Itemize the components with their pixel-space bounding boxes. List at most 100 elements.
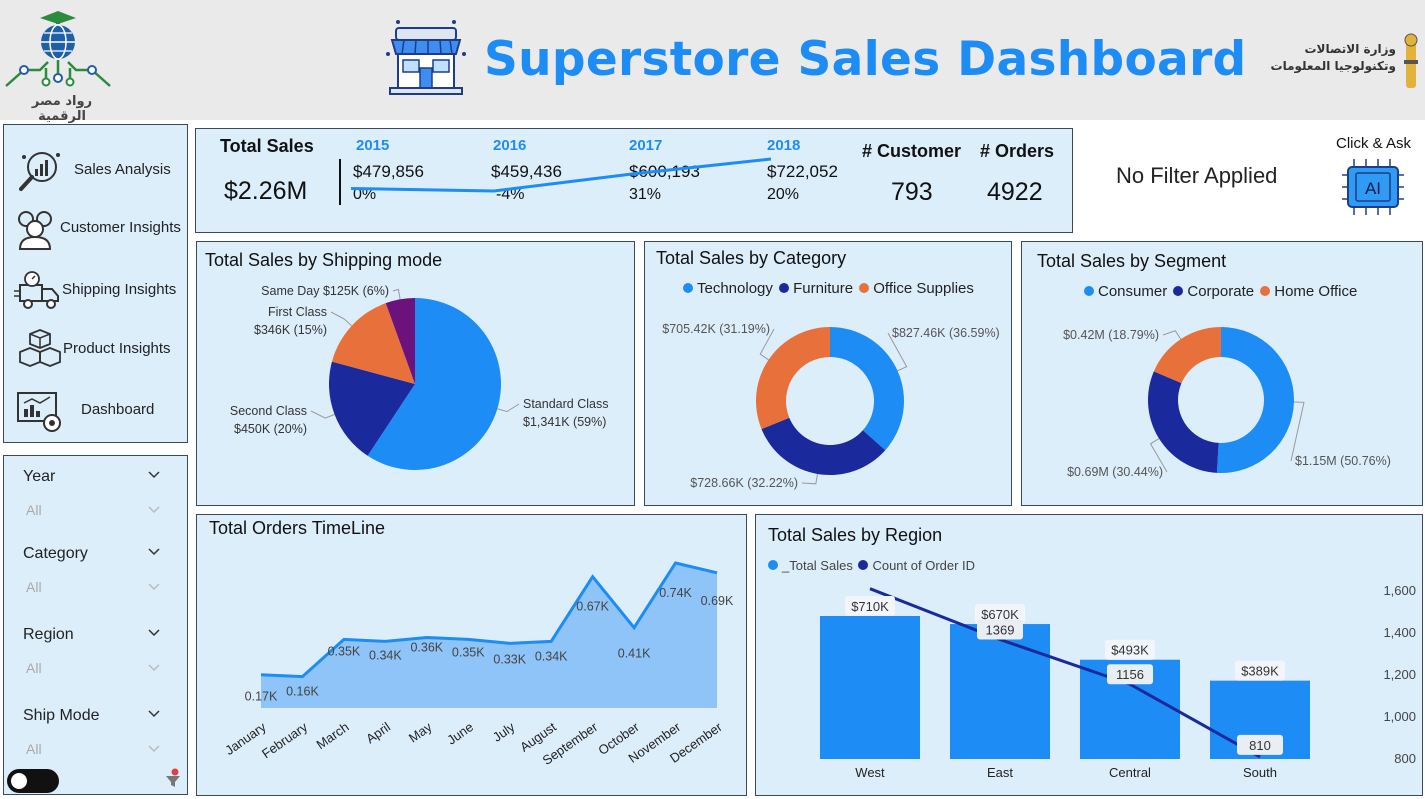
region-x-tick-central: Central bbox=[1109, 765, 1151, 780]
timeline-data-label: 0.36K bbox=[410, 640, 443, 654]
timeline-data-label: 0.35K bbox=[452, 645, 485, 659]
pie-leader-second-class bbox=[310, 410, 335, 419]
region-x-tick-east: East bbox=[987, 765, 1013, 780]
donut-slice-consumer bbox=[1216, 327, 1295, 473]
orders-value: 4922 bbox=[987, 178, 1043, 206]
nav-label-product-insights: Product Insights bbox=[63, 340, 171, 357]
nav-sales-analysis[interactable]: Sales Analysis bbox=[4, 145, 187, 195]
donut-label-office-supplies: $705.42K (31.19%) bbox=[662, 322, 770, 336]
shipping-mode-panel: Total Sales by Shipping mode Standard Cl… bbox=[196, 241, 635, 506]
category-panel: Total Sales by Category Technology Furni… bbox=[644, 241, 1012, 506]
pie-leader-standard-class bbox=[497, 403, 520, 413]
region-sales-label-south: $389K bbox=[1241, 664, 1279, 679]
ai-chip-text: AI bbox=[1365, 179, 1381, 198]
donut-leader-furniture bbox=[801, 473, 819, 485]
filter-region[interactable]: Region All bbox=[4, 626, 187, 696]
timeline-data-label: 0.34K bbox=[369, 648, 402, 662]
pie-label-same-day: Same Day $125K (6%) bbox=[261, 284, 389, 298]
chevron-down-icon[interactable] bbox=[147, 742, 161, 756]
pie-value-standard-class: $1,341K (59%) bbox=[523, 415, 606, 429]
pie-value-second-class: $450K (20%) bbox=[234, 422, 307, 436]
chevron-down-icon[interactable] bbox=[147, 580, 161, 594]
nav-label-sales-analysis: Sales Analysis bbox=[74, 161, 171, 178]
donut-label-home-office: $0.42M (18.79%) bbox=[1063, 328, 1159, 342]
region-y2-tick: 1,400 bbox=[1383, 625, 1416, 640]
nav-dashboard[interactable]: Dashboard bbox=[4, 385, 187, 435]
region-sales-label-west: $710K bbox=[851, 599, 889, 614]
ministry-logo-line2: وتكنولوجيا المعلومات bbox=[1270, 59, 1396, 73]
clear-filter-icon[interactable] bbox=[164, 768, 182, 788]
category-donut-chart: $827.46K (36.59%) $728.66K (32.22%) $705.4… bbox=[662, 322, 1000, 490]
region-orders-label-south: 810 bbox=[1249, 738, 1271, 753]
year-2015-label: 2015 bbox=[356, 137, 390, 154]
timeline-data-label: 0.33K bbox=[493, 652, 526, 666]
pie-leader-first-class bbox=[330, 311, 353, 327]
timeline-data-label: 0.17K bbox=[245, 690, 278, 704]
chevron-down-icon[interactable] bbox=[147, 503, 161, 517]
total-sales-value: $2.26M bbox=[224, 177, 308, 205]
timeline-data-label: 0.35K bbox=[328, 644, 361, 658]
timeline-data-label: 0.34K bbox=[535, 649, 568, 663]
navigation-panel: Sales Analysis Customer Insights Shippin… bbox=[3, 124, 188, 443]
region-orders-label-east: 1369 bbox=[986, 623, 1015, 638]
pie-label-second-class: Second Class bbox=[230, 404, 307, 418]
left-logo-text: رواد مصر الرقمية bbox=[31, 94, 93, 124]
nav-product-insights[interactable]: Product Insights bbox=[4, 324, 187, 374]
filter-ship-mode-value[interactable]: All bbox=[26, 741, 42, 757]
region-y2-tick: 800 bbox=[1394, 751, 1416, 766]
nav-customer-insights[interactable]: Customer Insights bbox=[4, 203, 187, 253]
filter-year-value[interactable]: All bbox=[26, 502, 42, 518]
region-combo-chart: 1,600 1,400 1,200 1,000 800 West East Central So… bbox=[820, 583, 1416, 780]
pharaoh-emblem-icon bbox=[1404, 33, 1418, 88]
year-2017-label: 2017 bbox=[629, 137, 663, 154]
donut-leader-home-office bbox=[1162, 330, 1182, 340]
filter-category-label: Category bbox=[23, 545, 88, 562]
nav-shipping-insights[interactable]: Shipping Insights bbox=[4, 265, 187, 315]
region-bar-west bbox=[820, 616, 920, 759]
filter-region-label: Region bbox=[23, 626, 74, 643]
timeline-x-tick-february: February bbox=[259, 719, 311, 761]
sales-trend-line bbox=[351, 157, 772, 193]
chevron-down-icon[interactable] bbox=[147, 468, 161, 482]
donut-slice-technology bbox=[830, 327, 904, 451]
timeline-x-tick-june: June bbox=[444, 719, 476, 747]
timeline-data-label: 0.74K bbox=[659, 586, 692, 600]
kpi-divider bbox=[339, 159, 341, 205]
toggle-knob bbox=[11, 773, 27, 789]
header-bar: رواد مصر الرقمية Superstore Sales Dashbo… bbox=[0, 0, 1425, 124]
timeline-x-tick-march: March bbox=[313, 719, 351, 752]
segment-donut-chart: $1.15M (50.76%) $0.69M (30.44%) $0.42M (18… bbox=[1063, 327, 1391, 479]
donut-label-technology: $827.46K (36.59%) bbox=[892, 326, 1000, 340]
theme-toggle[interactable] bbox=[7, 769, 59, 793]
ai-chip-icon[interactable]: AI bbox=[1340, 155, 1406, 219]
chevron-down-icon[interactable] bbox=[147, 707, 161, 721]
customers-label: # Customer bbox=[862, 141, 962, 161]
chevron-down-icon[interactable] bbox=[147, 626, 161, 640]
pie-leader-same-day bbox=[392, 288, 401, 300]
segment-panel: Total Sales by Segment Consumer Corporat… bbox=[1021, 241, 1423, 506]
year-2016-label: 2016 bbox=[493, 137, 527, 154]
donut-label-corporate: $0.69M (30.44%) bbox=[1067, 465, 1163, 479]
timeline-data-label: 0.41K bbox=[618, 647, 651, 661]
orders-timeline-chart: 0.17KJanuary0.16KFebruary0.35KMarch0.34K… bbox=[222, 561, 734, 768]
customers-value: 793 bbox=[891, 178, 933, 206]
store-icon bbox=[386, 20, 466, 95]
filter-ship-mode[interactable]: Ship Mode All bbox=[4, 707, 187, 777]
timeline-area bbox=[261, 563, 717, 708]
filters-panel: Year All Category All Region All Ship Mo… bbox=[3, 455, 188, 795]
nav-label-shipping-insights: Shipping Insights bbox=[62, 281, 177, 298]
delivery-truck-icon bbox=[14, 271, 59, 309]
chevron-down-icon[interactable] bbox=[147, 545, 161, 559]
nav-label-dashboard: Dashboard bbox=[81, 401, 155, 418]
filter-region-value[interactable]: All bbox=[26, 660, 42, 676]
filter-year-label: Year bbox=[23, 468, 56, 485]
orders-timeline-panel: Total Orders TimeLine 0.17K January 0.16K F… bbox=[196, 514, 747, 796]
donut-label-consumer: $1.15M (50.76%) bbox=[1295, 454, 1391, 468]
pie-label-standard-class: Standard Class bbox=[523, 397, 608, 411]
filter-year[interactable]: Year All bbox=[4, 468, 187, 538]
chevron-down-icon[interactable] bbox=[147, 661, 161, 675]
boxes-icon bbox=[19, 329, 61, 367]
filter-category-value[interactable]: All bbox=[26, 579, 42, 595]
filter-category[interactable]: Category All bbox=[4, 545, 187, 615]
region-x-tick-west: West bbox=[855, 765, 885, 780]
